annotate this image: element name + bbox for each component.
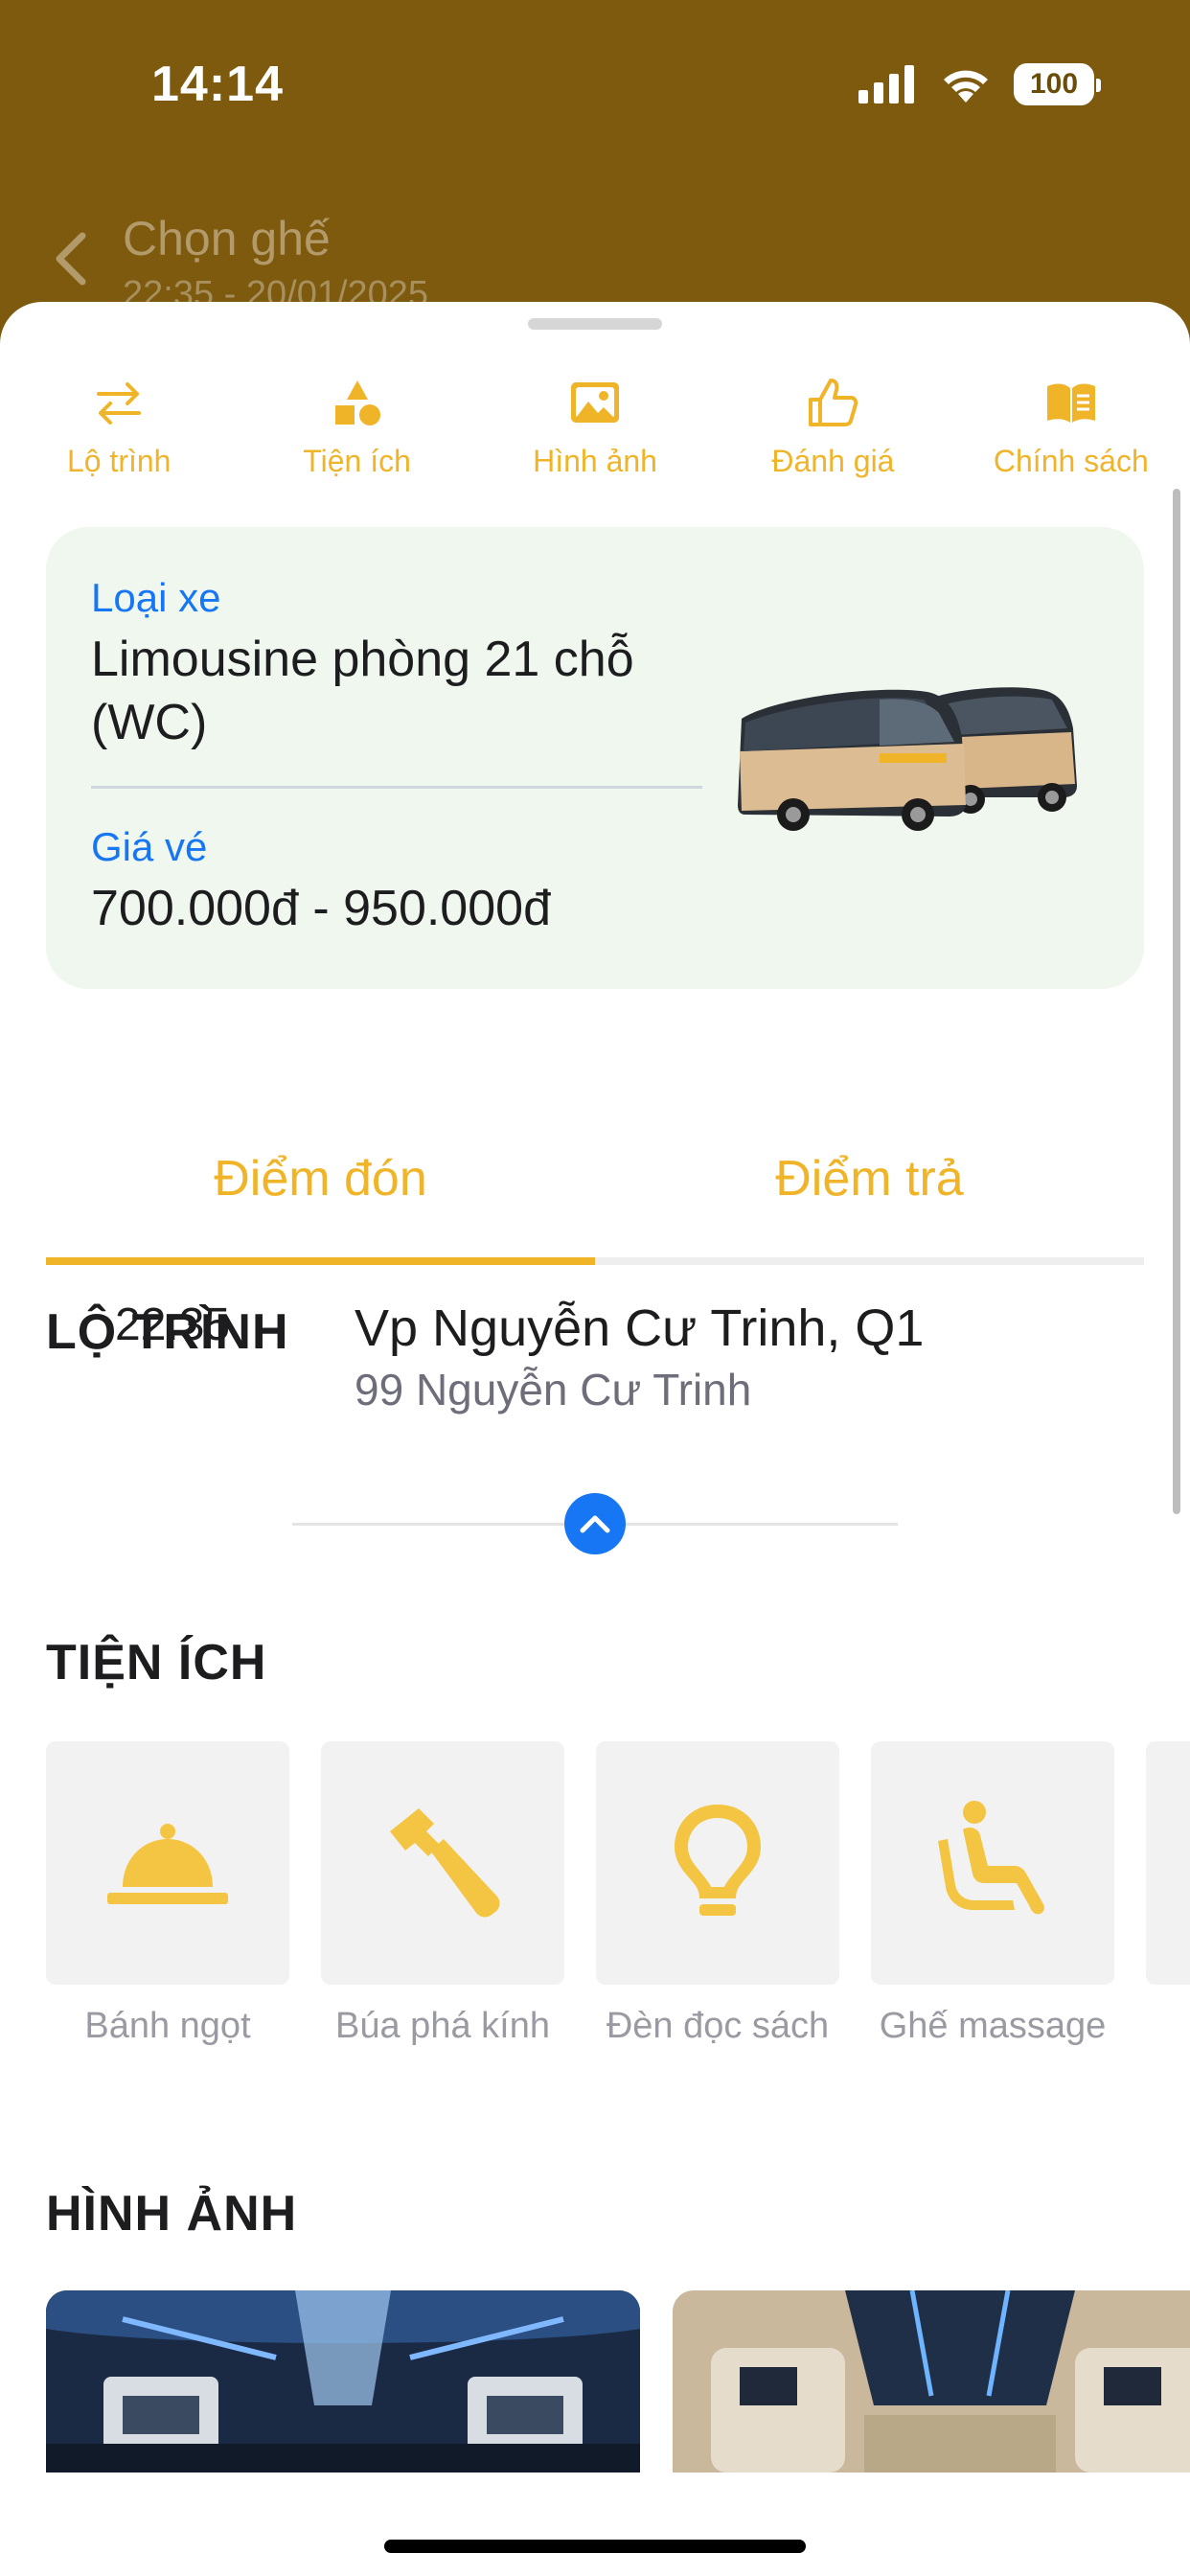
food-cloche-icon (107, 1824, 228, 1904)
tab-route-label: Lộ trình (66, 444, 172, 478)
bus-interior-photo (673, 2290, 1190, 2472)
amenity-item[interactable]: Búa phá kính (321, 1741, 564, 2047)
tab-photos[interactable]: Hình ảnh (476, 359, 714, 484)
wifi-icon (944, 70, 988, 103)
amenity-item[interactable]: Ghế massage (871, 1741, 1114, 2047)
photos-section-title: HÌNH ẢNH (46, 2186, 298, 2242)
shapes-icon (334, 380, 380, 426)
card-divider (91, 786, 702, 789)
route-stop-item[interactable]: 22:35 Vp Nguyễn Cư Trinh, Q1 99 Nguyễn C… (46, 1299, 1144, 1433)
photo-thumbnail[interactable] (673, 2290, 1190, 2472)
amenity-name: Bánh ngọt (84, 2006, 251, 2046)
section-tab-bar: Lộ trình Tiện ích Hình ảnh Đánh giá Chín… (0, 359, 1190, 484)
cellular-signal-icon (858, 65, 914, 104)
page-title: Chọn ghế (123, 212, 331, 265)
image-icon (571, 382, 620, 423)
route-tabs: Điểm đón Điểm trả (46, 1150, 1144, 1265)
tab-photos-label: Hình ảnh (533, 444, 657, 478)
amenity-item[interactable]: Bánh ngọt (46, 1741, 289, 2047)
amenity-item-partial[interactable] (1146, 1741, 1190, 1985)
tab-reviews-label: Đánh giá (771, 444, 895, 478)
tab-reviews[interactable]: Đánh giá (714, 359, 951, 484)
route-tab-indicator (46, 1257, 595, 1265)
battery-level: 100 (1029, 68, 1079, 100)
tab-amenities-label: Tiện ích (303, 444, 411, 478)
vehicle-type-line1: Limousine phòng 21 chỗ (91, 632, 634, 687)
battery-icon: 100 (1014, 63, 1101, 105)
tab-pickup-points[interactable]: Điểm đón (46, 1150, 595, 1208)
amenity-name: Ghế massage (879, 2006, 1107, 2046)
photo-gallery (46, 2290, 1190, 2472)
scrollbar[interactable] (1173, 489, 1180, 1514)
tab-policy[interactable]: Chính sách (952, 359, 1190, 484)
amenities-section-title: TIỆN ÍCH (46, 1635, 267, 1690)
stop-name: Vp Nguyễn Cư Trinh, Q1 (355, 1300, 925, 1357)
bus-image (738, 687, 1077, 831)
home-indicator (384, 2540, 806, 2553)
bus-interior-photo (46, 2290, 640, 2472)
status-icons: 100 (858, 63, 1101, 105)
vehicle-info-card: Loại xe Limousine phòng 21 chỗ (WC) Giá … (46, 527, 1144, 989)
status-bar: 14:14 100 (0, 0, 1190, 182)
tab-policy-label: Chính sách (993, 444, 1149, 478)
amenity-item[interactable]: Đèn đọc sách (596, 1741, 839, 2047)
lightbulb-icon (675, 1805, 761, 1916)
background-header: Chọn ghế 22:35 - 20/01/2025 (0, 201, 1190, 314)
tab-route[interactable]: Lộ trình (0, 359, 238, 484)
amenity-name: Búa phá kính (335, 2006, 550, 2046)
hammer-icon (390, 1808, 500, 1918)
amenity-name: Đèn đọc sách (606, 2006, 830, 2046)
sheet-grabber[interactable] (528, 318, 662, 330)
collapse-button[interactable] (564, 1493, 626, 1554)
price-label: Giá vé (91, 824, 208, 869)
photo-thumbnail[interactable] (46, 2290, 640, 2472)
stop-time: 22:35 (115, 1300, 231, 1350)
tab-amenities[interactable]: Tiện ích (238, 359, 475, 484)
price-value: 700.000đ - 950.000đ (91, 881, 551, 936)
status-time: 14:14 (151, 57, 284, 112)
vehicle-type-line2: (WC) (91, 695, 208, 750)
massage-seat-icon (938, 1801, 1044, 1915)
book-icon (1046, 383, 1095, 423)
vehicle-type-label: Loại xe (91, 575, 221, 620)
back-chevron-icon[interactable] (50, 230, 92, 288)
amenities-list: Bánh ngọt Búa phá kính Đèn đọc sách Ghế … (46, 1741, 1190, 2048)
thumbs-up-icon (809, 379, 858, 426)
tab-dropoff-points[interactable]: Điểm trả (595, 1150, 1144, 1208)
stop-address: 99 Nguyễn Cư Trinh (355, 1365, 752, 1414)
swap-arrows-icon (97, 382, 142, 425)
chevron-up-icon (580, 1515, 610, 1533)
